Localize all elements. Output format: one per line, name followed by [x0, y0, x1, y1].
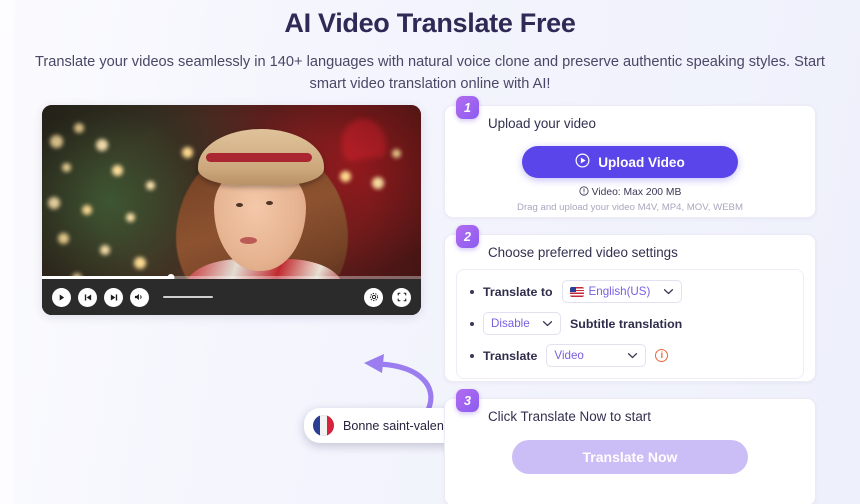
step-badge-3: 3 — [456, 389, 479, 412]
volume-icon[interactable] — [130, 287, 149, 307]
translate-now-button-label: Translate Now — [582, 449, 678, 465]
step-badge-2: 2 — [456, 225, 479, 248]
page-title: AI Video Translate Free — [284, 8, 576, 38]
setting-row-translate: Translate Video i — [470, 344, 790, 367]
step-card-settings: 2 Choose preferred video settings Transl… — [444, 225, 816, 382]
upload-size-note-text: Video: Max 200 MB — [591, 187, 682, 198]
flag-fr-icon — [313, 415, 334, 436]
volume-slider[interactable] — [163, 296, 213, 298]
translate-target-select[interactable]: Video — [546, 344, 647, 367]
translate-label: Translate — [483, 348, 538, 363]
video-controls-bar — [42, 279, 421, 315]
video-player[interactable] — [42, 105, 421, 315]
steps-panel: 1 Upload your video Upload Video Video: … — [444, 96, 816, 504]
upload-video-button-label: Upload Video — [598, 154, 685, 170]
info-circle-icon[interactable]: i — [655, 349, 669, 362]
video-controls-right — [355, 287, 411, 307]
step-badge-1: 1 — [456, 96, 479, 119]
hero-section: AI Video Translate Free Translate your v… — [0, 0, 860, 95]
translate-now-button[interactable]: Translate Now — [512, 440, 748, 474]
step-card-start: 3 Click Translate Now to start Translate… — [444, 389, 816, 504]
fullscreen-icon[interactable] — [392, 287, 411, 307]
language-select[interactable]: English(US) — [561, 280, 682, 303]
bullet-icon — [470, 289, 474, 294]
settings-gear-icon[interactable] — [364, 287, 383, 307]
chevron-down-icon — [542, 317, 553, 330]
play-icon[interactable] — [52, 287, 71, 307]
step-card-upload: 1 Upload your video Upload Video Video: … — [444, 96, 816, 218]
setting-row-translate-to: Translate to English(US) — [470, 280, 790, 303]
settings-box: Translate to English(US) Disable Subtitl… — [456, 269, 804, 379]
info-circle-icon — [579, 186, 589, 199]
upload-size-note: Video: Max 200 MB — [445, 186, 815, 199]
step-title-2: Choose preferred video settings — [488, 245, 678, 260]
subtitle-tooltip-text: Bonne saint-valentin. — [343, 418, 461, 433]
setting-row-subtitle: Disable Subtitle translation — [470, 312, 790, 335]
main-content: Bonne saint-valentin. 1 Upload your vide… — [0, 96, 860, 504]
flag-us-icon — [569, 286, 584, 297]
subtitle-select[interactable]: Disable — [483, 312, 561, 335]
play-circle-icon — [575, 153, 590, 171]
skip-forward-icon[interactable] — [104, 287, 123, 307]
upload-formats-note: Drag and upload your video M4V, MP4, MOV… — [517, 202, 743, 213]
bullet-icon — [470, 353, 474, 358]
skip-back-icon[interactable] — [78, 287, 97, 307]
page-subtitle: Translate your videos seamlessly in 140+… — [35, 54, 825, 92]
language-select-value: English(US) — [588, 285, 651, 298]
subtitle-select-value: Disable — [491, 317, 530, 330]
bullet-icon — [470, 321, 474, 326]
translate-target-value: Video — [554, 349, 584, 362]
chevron-down-icon — [663, 285, 674, 298]
step-title-3: Click Translate Now to start — [488, 409, 651, 424]
step-title-1: Upload your video — [488, 116, 596, 131]
video-preview-panel: Bonne saint-valentin. — [42, 105, 476, 504]
subtitle-translation-label: Subtitle translation — [570, 316, 683, 331]
translate-to-label: Translate to — [483, 284, 553, 299]
upload-video-button[interactable]: Upload Video — [522, 146, 738, 178]
page-root: AI Video Translate Free Translate your v… — [0, 0, 860, 504]
chevron-down-icon — [627, 349, 638, 362]
